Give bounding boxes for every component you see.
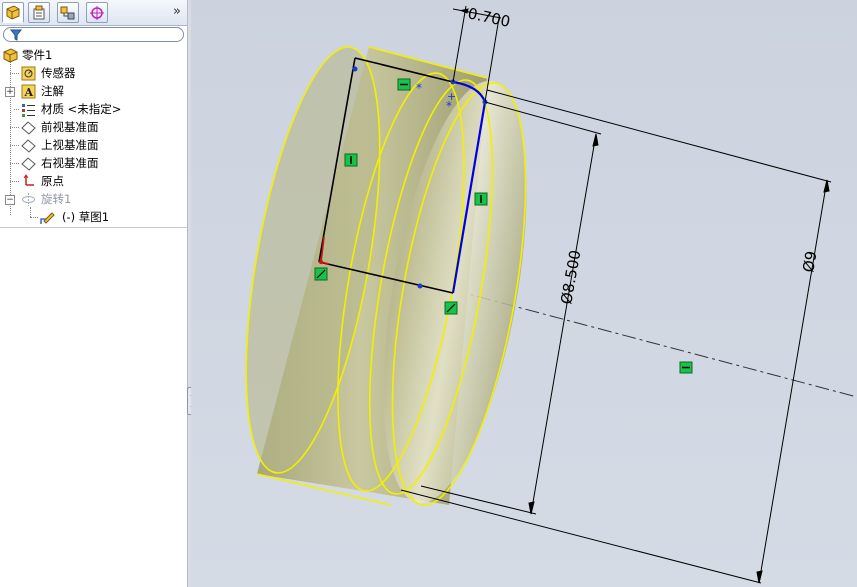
tree-item-label: 传感器	[41, 66, 76, 80]
annotation-icon: A	[21, 84, 36, 99]
feature-manager-panel: » + − 零件1 传感器 A 注解 材质 <未指定> 前视基准面 上视基准面 …	[0, 0, 187, 587]
model-view: + * * 0.700 Ø8.500 Ø9	[245, 4, 857, 584]
tree-item-right-plane[interactable]: 右视基准面	[0, 155, 187, 172]
configuration-manager-icon	[60, 6, 75, 20]
tree-item-label: 旋转1	[41, 192, 72, 206]
property-manager-tab[interactable]	[28, 2, 50, 23]
origin-icon	[23, 174, 34, 186]
tree-item-front-plane[interactable]: 前视基准面	[0, 119, 187, 136]
panel-divider	[0, 227, 187, 228]
feature-manager-tab[interactable]	[2, 2, 24, 23]
tree-item-annotations[interactable]: A 注解	[0, 83, 187, 100]
material-icon	[22, 104, 35, 117]
tree-item-sketch[interactable]: (-) 草图1	[0, 209, 187, 226]
tree-item-part[interactable]: 零件1	[0, 47, 187, 64]
sketch-icon	[40, 212, 55, 224]
coincident-mark: *	[446, 99, 452, 113]
tree-item-label: 右视基准面	[41, 156, 99, 170]
revolve-icon	[22, 193, 35, 206]
sketch-point[interactable]	[417, 283, 423, 289]
tree-item-sensors[interactable]: 传感器	[0, 65, 187, 82]
tree-item-label: 前视基准面	[41, 120, 99, 134]
tree-item-revolve[interactable]: 旋转1	[0, 191, 187, 208]
property-manager-icon	[33, 5, 45, 20]
graphics-area[interactable]: + * * 0.700 Ø8.500 Ø9	[191, 0, 857, 587]
dimxpert-manager-tab[interactable]	[86, 2, 108, 23]
tree-item-top-plane[interactable]: 上视基准面	[0, 137, 187, 154]
feature-filter-input[interactable]	[3, 27, 184, 42]
part-icon	[3, 48, 18, 63]
configuration-manager-tab[interactable]	[57, 2, 79, 23]
expand-panel-button[interactable]: »	[170, 4, 184, 20]
panel-tab-bar: »	[0, 0, 187, 26]
dimension-inner-diameter-label[interactable]: Ø8.500	[557, 249, 584, 306]
tree-item-label: 零件1	[22, 48, 53, 62]
dimension-outer-diameter-label[interactable]: Ø9	[799, 250, 820, 274]
tree-item-material[interactable]: 材质 <未指定>	[0, 101, 187, 118]
tree-item-label: 上视基准面	[41, 138, 99, 152]
dimension-width-label[interactable]: 0.700	[466, 4, 512, 31]
dimxpert-icon	[90, 6, 104, 20]
tree-item-label: 材质 <未指定>	[41, 102, 122, 116]
sketch-point[interactable]	[352, 66, 358, 72]
plane-icon	[21, 139, 36, 153]
svg-text:A: A	[24, 86, 34, 99]
tree-item-label: 注解	[41, 84, 64, 98]
feature-tree-icon	[6, 5, 20, 20]
sensor-icon	[21, 66, 36, 81]
plane-icon	[21, 157, 36, 171]
tree-item-origin[interactable]: 原点	[0, 173, 187, 190]
tree-item-label: 原点	[41, 174, 64, 188]
coincident-mark: *	[416, 81, 422, 95]
tree-item-label: (-) 草图1	[62, 210, 110, 224]
filter-icon	[10, 29, 22, 41]
plane-icon	[21, 121, 36, 135]
